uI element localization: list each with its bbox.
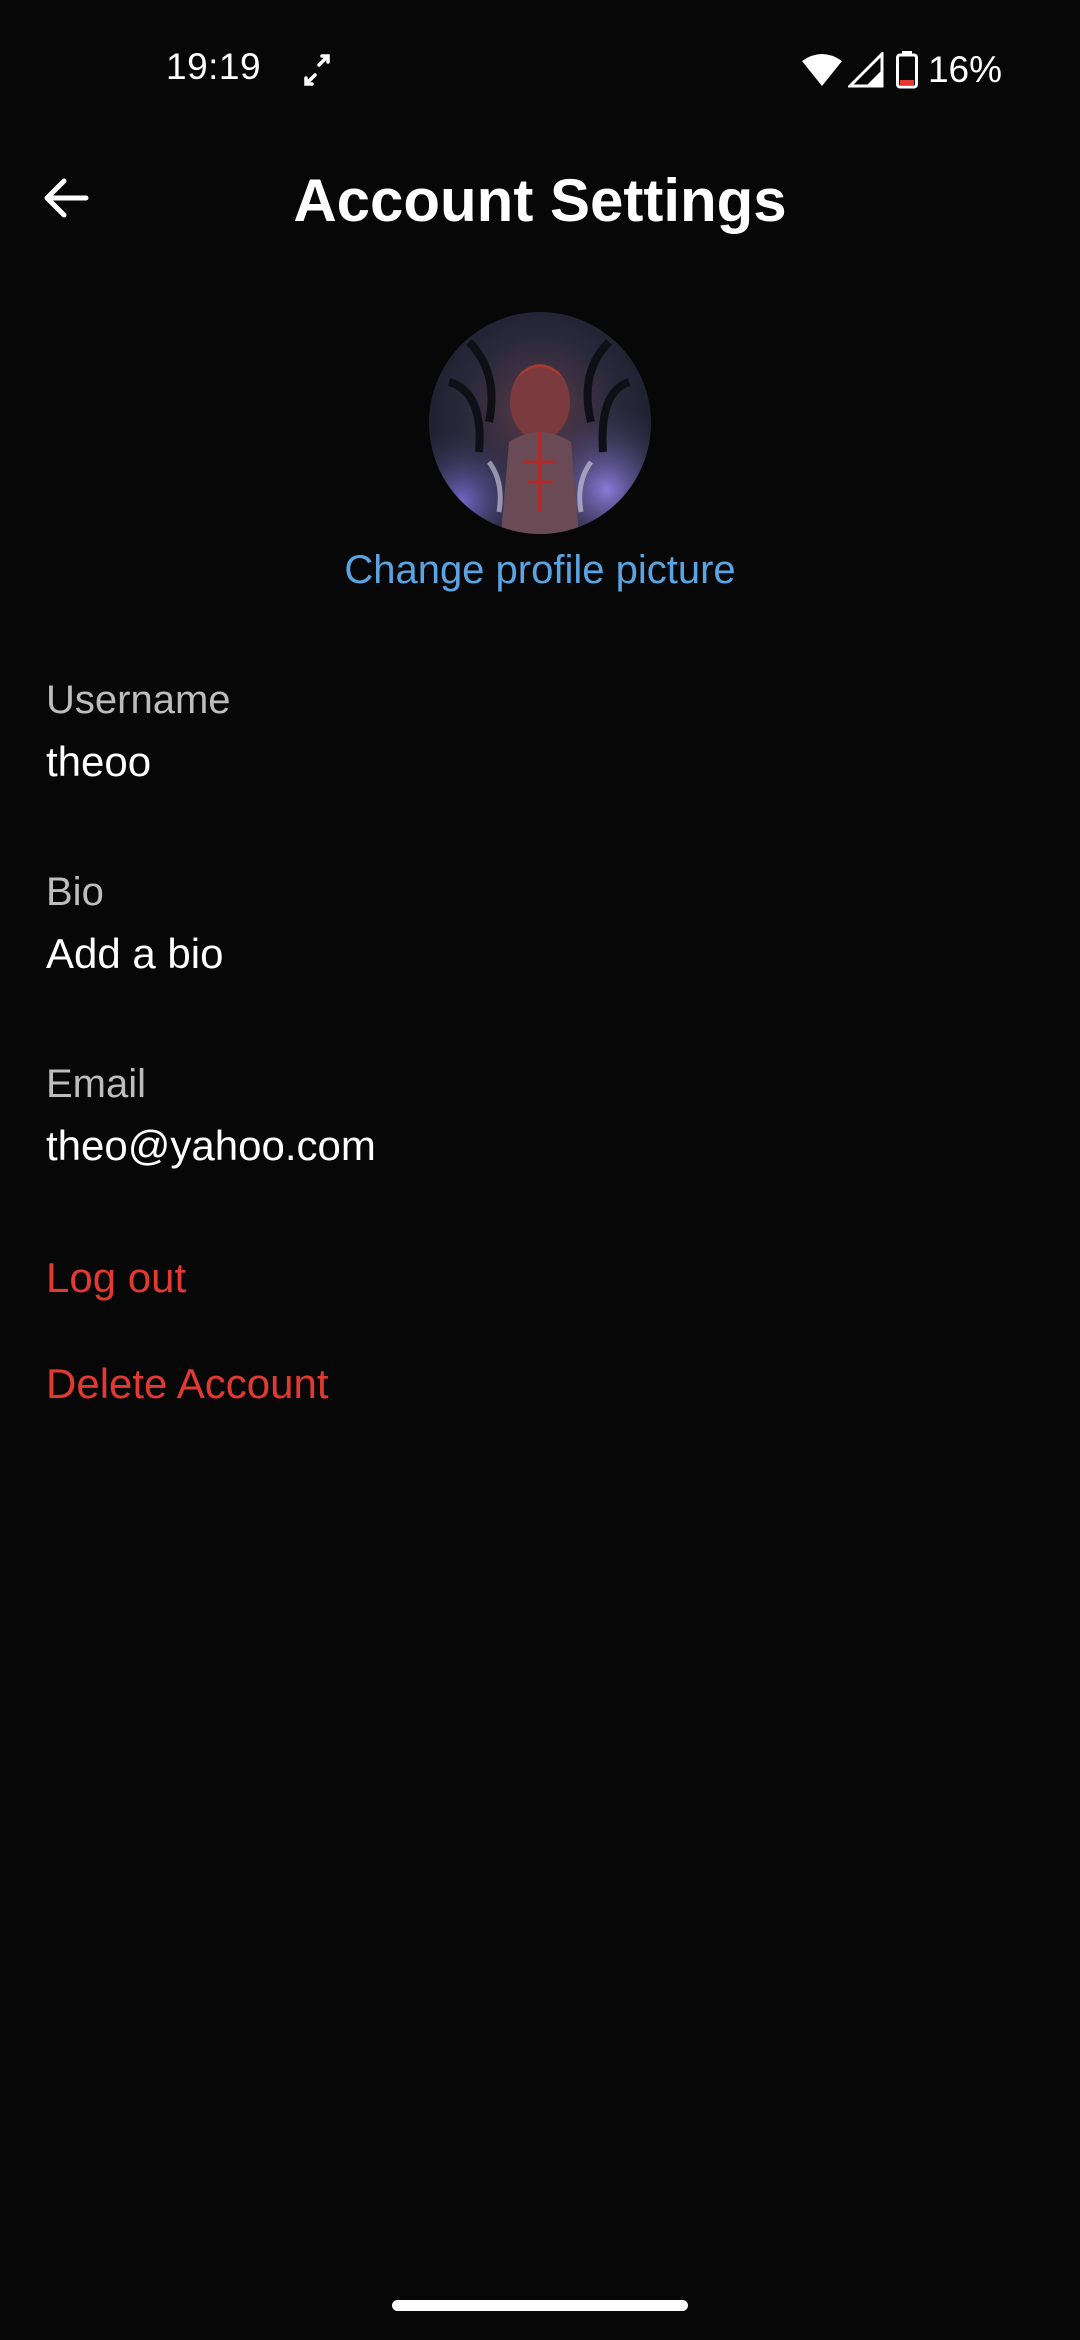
home-indicator[interactable] — [392, 2300, 688, 2311]
wifi-icon — [801, 53, 842, 87]
change-profile-picture-link[interactable]: Change profile picture — [0, 548, 1080, 593]
cell-signal-icon — [847, 52, 884, 88]
battery-percent: 16% — [927, 49, 1002, 90]
page-title: Account Settings — [293, 167, 787, 234]
username-label: Username — [46, 678, 231, 722]
sync-icon — [302, 52, 332, 88]
username-value: theoo — [46, 738, 152, 785]
delete-account-button[interactable]: Delete Account — [46, 1360, 329, 1408]
status-bar: 19:19 16% — [0, 0, 1080, 140]
bio-value: Add a bio — [46, 930, 224, 977]
username-field[interactable]: Username theoo — [46, 676, 1036, 788]
bio-field[interactable]: Bio Add a bio — [46, 868, 1036, 980]
bio-label: Bio — [46, 870, 104, 914]
email-value: theo@yahoo.com — [46, 1122, 376, 1169]
email-label: Email — [46, 1062, 147, 1106]
status-time: 19:19 — [166, 46, 262, 87]
email-field[interactable]: Email theo@yahoo.com — [46, 1060, 1036, 1172]
logout-button[interactable]: Log out — [46, 1254, 186, 1302]
status-icons: 16% — [801, 46, 1002, 94]
battery-icon — [895, 51, 918, 89]
avatar[interactable] — [429, 312, 651, 534]
